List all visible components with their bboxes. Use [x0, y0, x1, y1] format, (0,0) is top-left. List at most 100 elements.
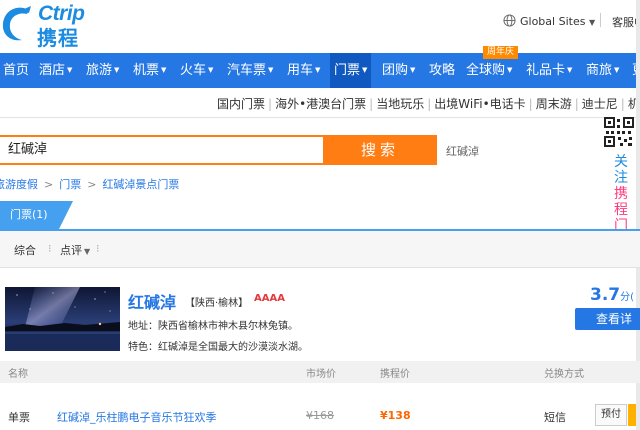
attraction-title[interactable]: 红碱淖	[128, 289, 176, 313]
subnav-weekend[interactable]: 周末游	[536, 97, 572, 111]
nav-tickets[interactable]: 门票 ▼	[330, 53, 372, 88]
nav-tickets-label: 门票	[334, 63, 361, 78]
score-unit: 分(	[620, 292, 635, 303]
header-exchange: 兑换方式	[544, 369, 584, 380]
main-nav: 首页 酒店 ▼ 旅游 ▼ 机票 ▼ 火车 ▼ 汽车票 ▼ 用车 ▼ 门票 ▼ 团购 ▼ 攻略 全…	[0, 53, 640, 88]
nav-giftcard[interactable]: 礼品卡 ▼	[526, 53, 572, 88]
chevron-down-icon: ▼	[588, 18, 596, 27]
nav-hotel[interactable]: 酒店 ▼	[39, 53, 72, 88]
subnav-divider: |	[427, 97, 432, 111]
breadcrumb-current[interactable]: 红碱淖景点门票	[102, 178, 179, 191]
attraction-feature: 特色：红碱淖是全国最大的沙漠淡水湖。	[128, 342, 308, 353]
nav-bus-label: 汽车票	[227, 63, 267, 78]
nav-giftcard-label: 礼品卡	[526, 63, 566, 78]
tab-decoration	[59, 201, 73, 229]
caret-down-icon: ▼	[67, 66, 73, 74]
ticket-market-price: ¥168	[306, 409, 334, 422]
sort-divider: ⁝	[48, 242, 52, 255]
nav-train[interactable]: 火车 ▼	[180, 53, 213, 88]
nav-car-label: 用车	[287, 63, 314, 78]
follow-text: 携	[614, 186, 628, 202]
header-divider	[600, 13, 601, 27]
header-market-price: 市场价	[306, 369, 336, 380]
breadcrumb-separator: >	[87, 178, 97, 191]
breadcrumb-separator: >	[44, 178, 54, 191]
nav-flights-label: 机票	[133, 63, 160, 78]
nav-home[interactable]: 首页	[3, 53, 29, 88]
hot-keyword-link[interactable]: 红碱淖	[446, 143, 479, 159]
nav-groupbuy[interactable]: 团购 ▼	[382, 53, 415, 88]
globe-icon	[503, 14, 516, 27]
book-button-edge[interactable]	[628, 404, 636, 426]
subnav-divider: |	[574, 97, 579, 111]
ctrip-logo[interactable]: Ctrip 携程	[0, 0, 110, 50]
breadcrumb: 旅游度假 > 门票 > 红碱淖景点门票	[0, 176, 179, 192]
caret-down-icon: ▼	[410, 66, 416, 74]
nav-hotel-label: 酒店	[39, 63, 66, 78]
ticket-name-link[interactable]: 红碱淖_乐柱鹏电子音乐节狂欢季	[57, 409, 217, 425]
sort-rating[interactable]: 点评 ▼	[60, 242, 90, 258]
subnav-divider: |	[369, 97, 374, 111]
anniversary-badge: 周年庆	[483, 46, 519, 59]
caret-down-icon: ▼	[114, 66, 120, 74]
global-sites-dropdown[interactable]: Global Sites ▼	[503, 14, 595, 28]
subnav-divider: |	[268, 97, 273, 111]
sort-overall[interactable]: 综合	[14, 242, 36, 258]
ticket-subnav: 国内门票|海外•港澳台门票|当地玩乐|出境WiFi•电话卡|周末游|迪士尼|机场	[217, 95, 640, 112]
header-name: 名称	[8, 369, 28, 380]
sort-desc-icon: ▼	[84, 247, 91, 256]
subnav-disney[interactable]: 迪士尼	[582, 97, 618, 111]
ticket-table-header: 名称 市场价 携程价 兑换方式	[0, 361, 640, 383]
sort-bar: 综合 ⁝ 点评 ▼ ⁝	[0, 231, 640, 268]
caret-down-icon: ▼	[161, 66, 167, 74]
subnav-wifi[interactable]: 出境WiFi•电话卡	[434, 97, 525, 111]
ticket-type: 单票	[8, 411, 30, 424]
qr-code-icon[interactable]	[604, 117, 634, 147]
sort-divider: ⁝	[96, 242, 100, 255]
subnav-local-fun[interactable]: 当地玩乐	[376, 97, 424, 111]
nav-business-label: 商旅	[586, 63, 613, 78]
ticket-ctrip-price: ¥138	[380, 409, 411, 422]
search-button[interactable]: 搜索	[323, 135, 437, 165]
tab-tickets[interactable]: 门票(1)	[0, 201, 59, 229]
attraction-score[interactable]: 3.7分(	[590, 285, 634, 305]
nav-guide[interactable]: 攻略	[429, 53, 455, 88]
follow-text: 关	[614, 154, 628, 170]
nav-groupbuy-label: 团购	[382, 63, 409, 78]
subnav-domestic[interactable]: 国内门票	[217, 97, 265, 111]
attraction-location: 【陕西·榆林】	[185, 298, 249, 309]
caret-down-icon: ▼	[362, 66, 368, 74]
nav-home-label: 首页	[3, 63, 30, 78]
breadcrumb-tickets[interactable]: 门票	[59, 178, 81, 191]
caret-down-icon: ▼	[614, 66, 620, 74]
sort-rating-label: 点评	[60, 244, 82, 257]
global-sites-label: Global Sites	[520, 15, 586, 28]
nav-car[interactable]: 用车 ▼	[287, 53, 320, 88]
attraction-photo[interactable]	[5, 287, 120, 351]
nav-travel[interactable]: 旅游 ▼	[86, 53, 119, 88]
nav-travel-label: 旅游	[86, 63, 113, 78]
ticket-exchange-method: 短信	[544, 411, 566, 424]
caret-down-icon: ▼	[208, 66, 214, 74]
search-input[interactable]: 红碱淖	[0, 135, 332, 165]
prepay-button[interactable]: 预付	[595, 404, 627, 426]
subnav-divider-line	[0, 117, 640, 118]
nav-global-shop-label: 全球购	[466, 63, 506, 78]
nav-guide-label: 攻略	[429, 63, 456, 78]
nav-business[interactable]: 商旅 ▼	[586, 53, 619, 88]
caret-down-icon: ▼	[567, 66, 573, 74]
breadcrumb-travel[interactable]: 旅游度假	[0, 178, 38, 191]
view-details-button[interactable]: 查看详	[575, 308, 640, 330]
subnav-overseas[interactable]: 海外•港澳台门票	[275, 97, 366, 111]
nav-bus[interactable]: 汽车票 ▼	[227, 53, 273, 88]
score-value: 3.7	[590, 285, 621, 305]
follow-text: 注	[614, 170, 628, 186]
logo-zh-text: 携程	[37, 26, 79, 50]
subnav-divider: |	[528, 97, 533, 111]
caret-down-icon: ▼	[315, 66, 321, 74]
nav-flights[interactable]: 机票 ▼	[133, 53, 166, 88]
caret-down-icon: ▼	[268, 66, 274, 74]
dolphin-icon	[2, 6, 31, 41]
caret-down-icon: ▼	[507, 66, 513, 74]
follow-text: 程	[614, 202, 628, 218]
